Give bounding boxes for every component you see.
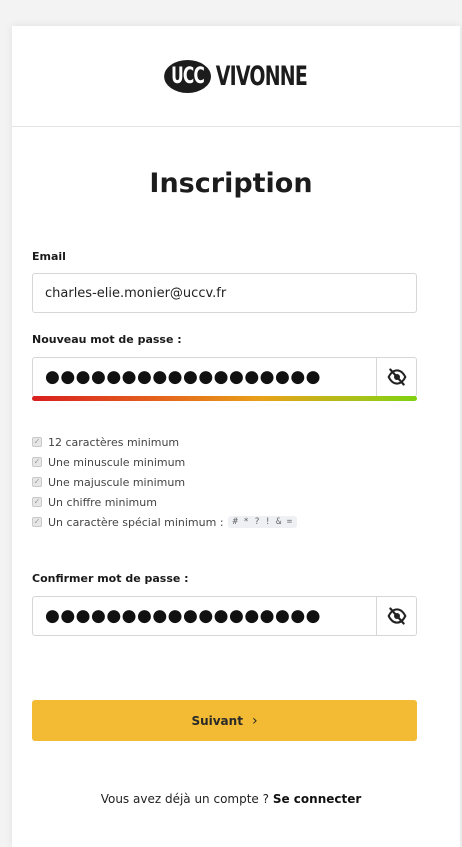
page-title: Inscription [149,168,313,199]
checkbox: ✓ [32,457,42,467]
confirm-visibility-toggle[interactable] [376,597,416,635]
password-rules: ✓ 12 caractères minimum ✓ Une minuscule … [32,432,298,532]
eye-slash-icon [387,607,406,625]
password-value: ●●●●●●●●●●●●●●●●●● [45,367,322,387]
confirm-password-value: ●●●●●●●●●●●●●●●●●● [45,606,322,626]
email-field[interactable]: charles-elie.monier@uccv.fr [32,273,417,313]
rule-label: Un caractère spécial minimum : [48,515,224,529]
rule-lowercase: ✓ Une minuscule minimum [32,452,297,472]
rule-label: Une minuscule minimum [48,455,186,469]
logo-mark: UCC [164,59,212,93]
ucc-vivonne-logo: UCC VIVONNE [164,59,308,93]
checkbox: ✓ [32,517,42,527]
checkbox: ✓ [32,497,42,507]
password-label: Nouveau mot de passe : [32,333,182,346]
confirm-password-field[interactable]: ●●●●●●●●●●●●●●●●●● [32,596,417,636]
rule-digit: ✓ Un chiffre minimum [32,492,297,512]
logo-name: VIVONNE [216,60,308,92]
chevron-right-icon: › [251,712,258,729]
email-value: charles-elie.monier@uccv.fr [45,285,227,301]
header: UCC VIVONNE [12,26,460,127]
rule-label: Un chiffre minimum [48,495,157,509]
login-prompt: Vous avez déjà un compte ? Se connecter [0,792,462,806]
email-label: Email [32,250,66,263]
login-question: Vous avez déjà un compte ? [100,792,269,806]
password-field[interactable]: ●●●●●●●●●●●●●●●●●● [32,357,417,397]
rule-label: 12 caractères minimum [48,435,180,449]
next-button-label: Suivant [191,713,243,728]
rule-label: Une majuscule minimum [48,475,186,489]
next-button[interactable]: Suivant › [32,700,417,741]
rule-length: ✓ 12 caractères minimum [32,432,297,452]
checkbox: ✓ [32,477,42,487]
special-chars-code: # * ? ! & = [227,516,298,528]
checkbox: ✓ [32,437,42,447]
rule-uppercase: ✓ Une majuscule minimum [32,472,297,492]
password-strength-bar [32,396,417,401]
eye-slash-icon [387,368,406,386]
password-visibility-toggle[interactable] [376,358,416,396]
login-link[interactable]: Se connecter [273,792,361,806]
confirm-password-label: Confirmer mot de passe : [32,572,189,585]
rule-special: ✓ Un caractère spécial minimum : # * ? !… [32,512,298,532]
